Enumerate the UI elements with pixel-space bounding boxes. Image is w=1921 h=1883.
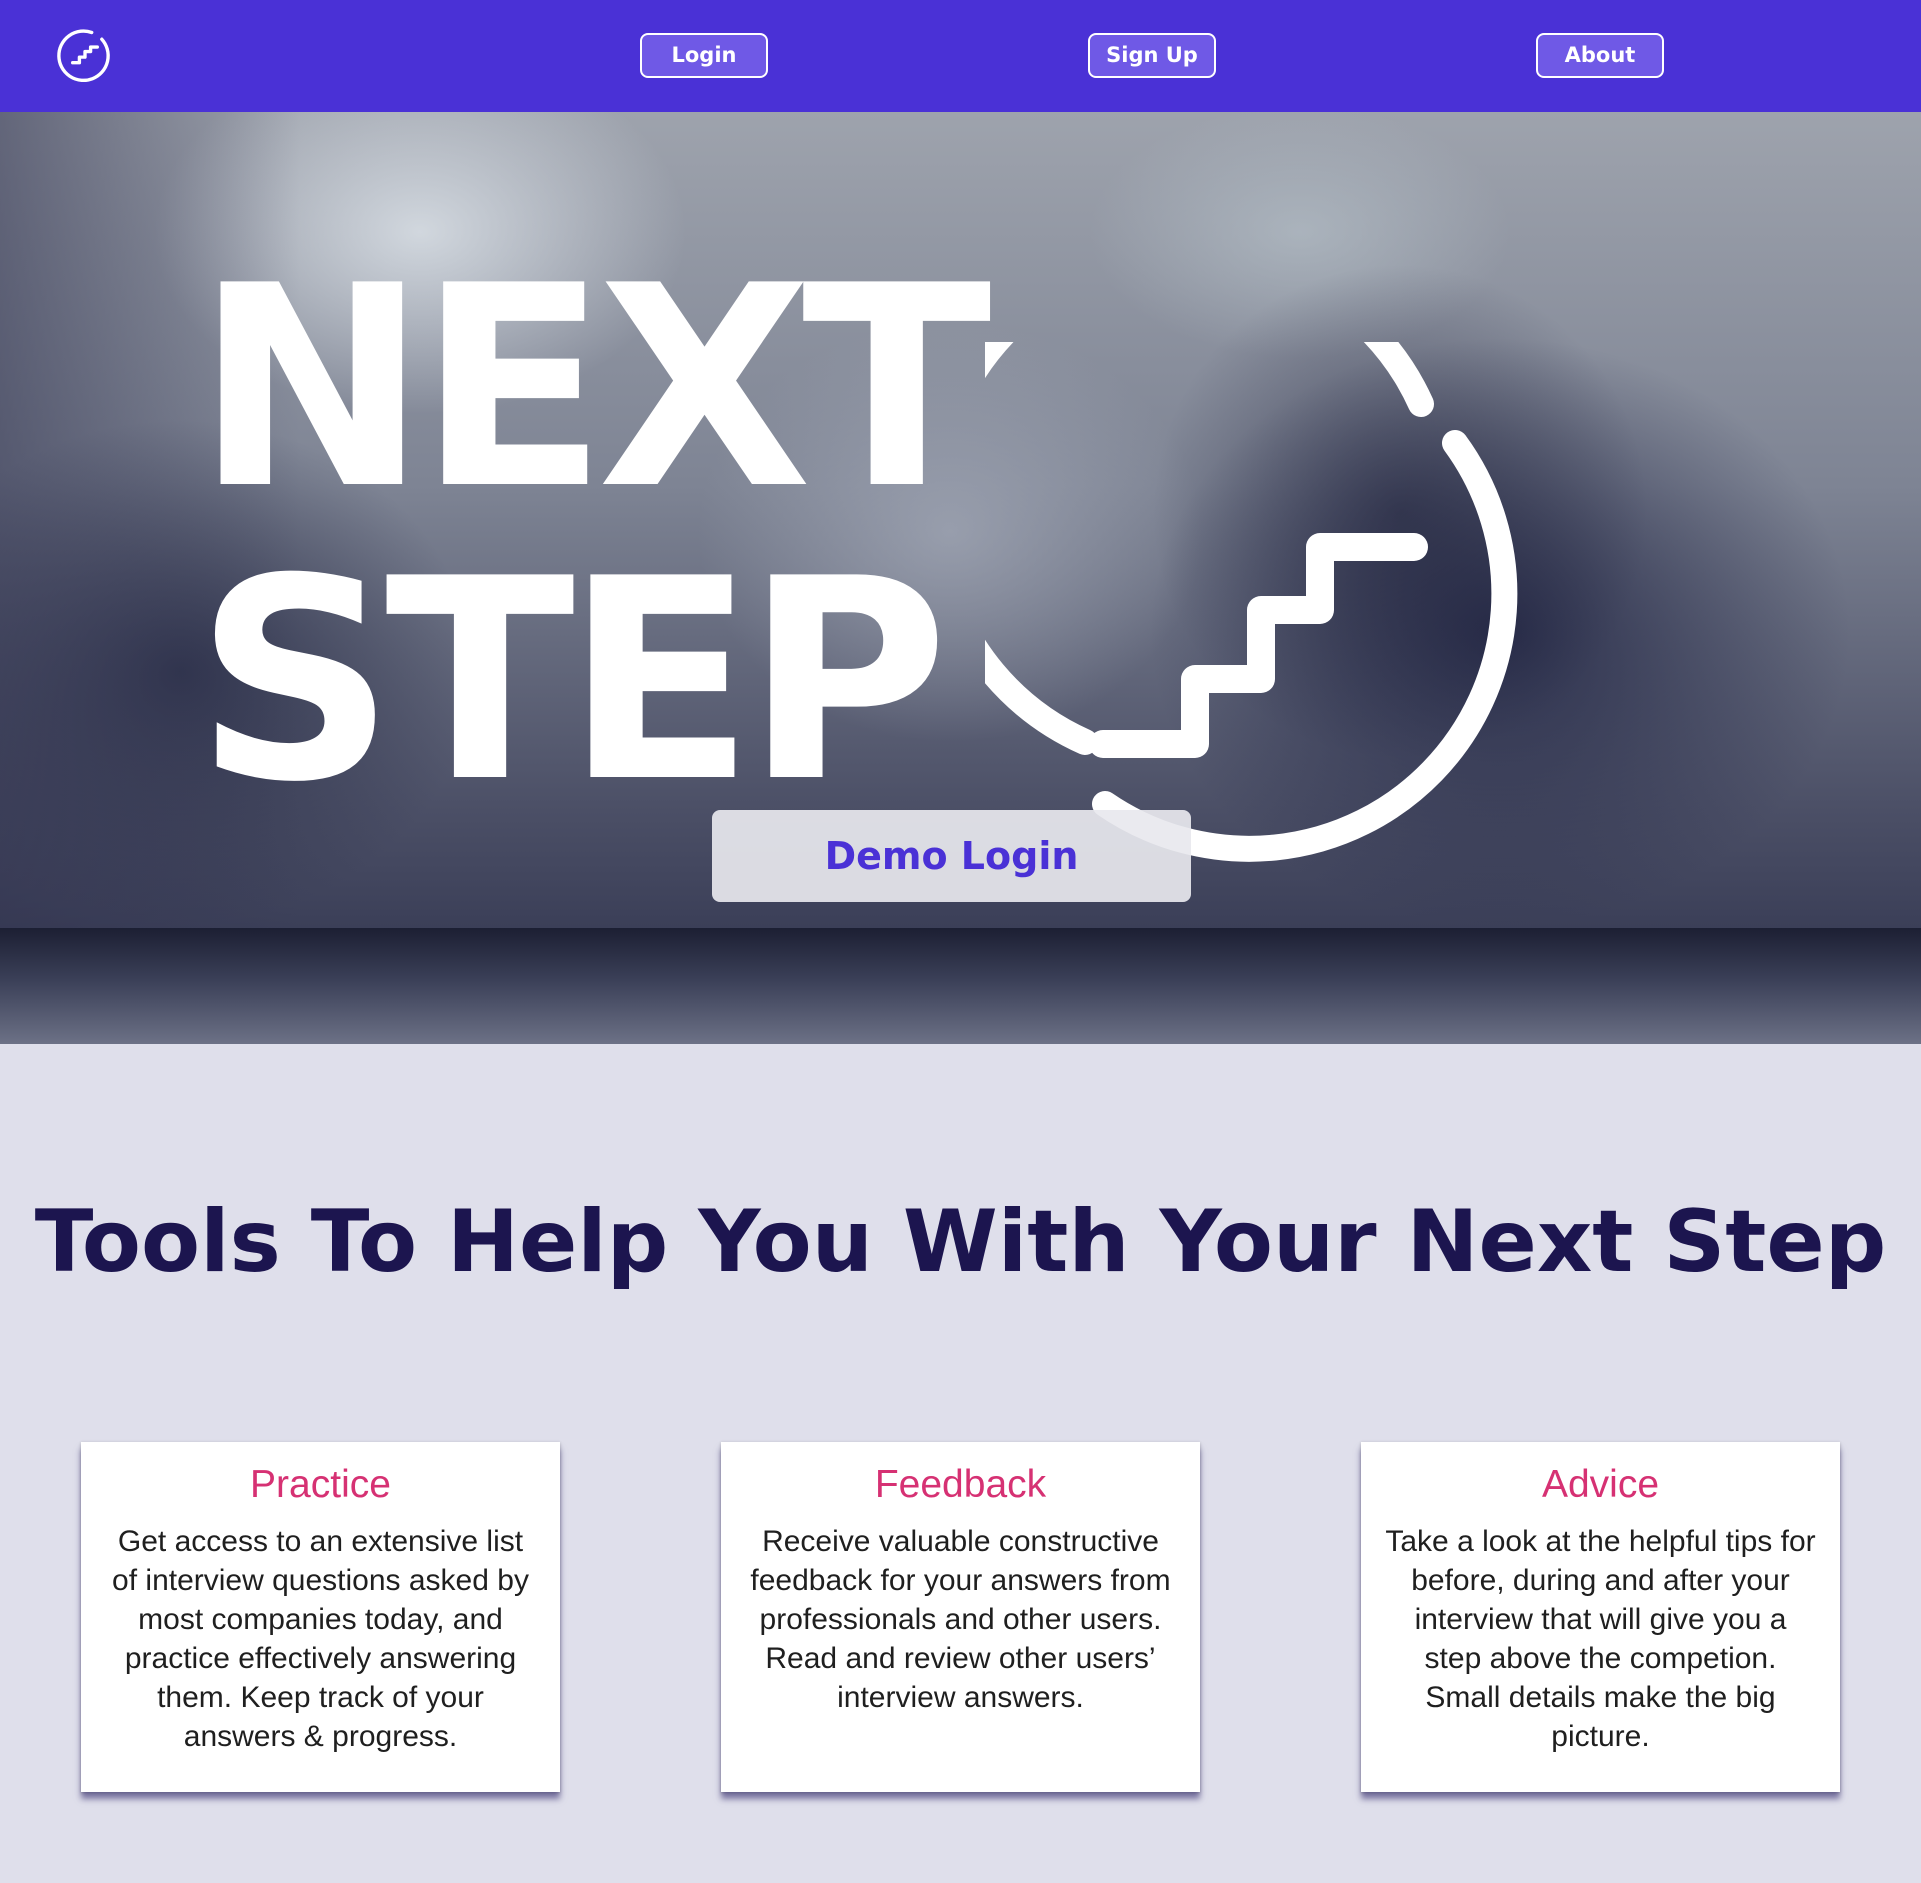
- feature-card-advice: Advice Take a look at the helpful tips f…: [1361, 1442, 1840, 1792]
- card-description: Receive valuable constructive feedback f…: [750, 1525, 1171, 1714]
- hero-bottom-band: [0, 928, 1921, 1044]
- hero-title-next: NEXT: [195, 226, 992, 550]
- top-navbar: Login Sign Up About: [0, 0, 1921, 112]
- hero-banner: NEXT STEP Demo Login: [0, 112, 1921, 1044]
- feature-card-practice: Practice Get access to an extensive list…: [81, 1442, 560, 1792]
- stairs-circle-icon: [985, 342, 1518, 862]
- card-title: Advice: [1541, 1463, 1660, 1506]
- hero-title-step: STEP: [195, 519, 949, 843]
- login-button[interactable]: Login: [640, 33, 768, 78]
- card-title: Practice: [250, 1463, 391, 1506]
- card-title: Feedback: [874, 1463, 1047, 1506]
- stairs-circle-icon[interactable]: [57, 28, 113, 84]
- card-description: Take a look at the helpful tips for befo…: [1385, 1525, 1816, 1753]
- tools-heading: Tools To Help You With Your Next Step: [34, 1192, 1887, 1292]
- sign-up-button[interactable]: Sign Up: [1088, 33, 1216, 78]
- about-button[interactable]: About: [1536, 33, 1664, 78]
- demo-login-button[interactable]: Demo Login: [712, 810, 1191, 902]
- feature-card-feedback: Feedback Receive valuable constructive f…: [721, 1442, 1200, 1792]
- card-description: Get access to an extensive list of inter…: [112, 1525, 529, 1753]
